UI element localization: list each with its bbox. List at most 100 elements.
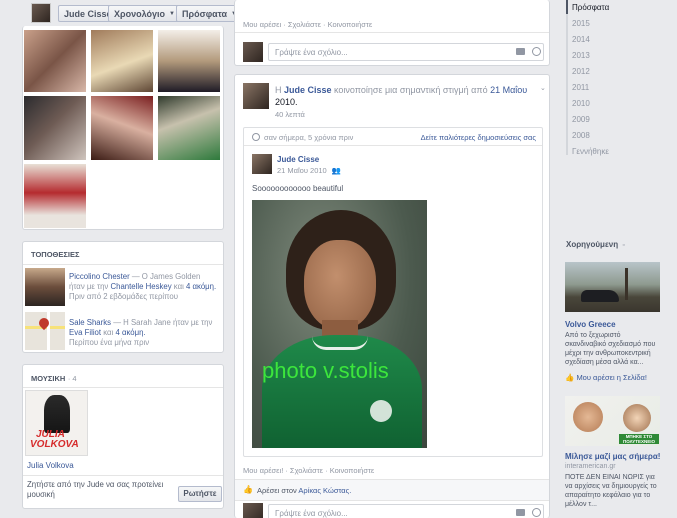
timeline-dropdown[interactable]: Χρονολόγιο ▼ xyxy=(108,5,181,22)
comment-placeholder: Γράψτε ένα σχόλιο... xyxy=(275,509,348,518)
music-card: ΜΟΥΣΙΚΗ · 4 JULIA VOLKOVA Julia Volkova … xyxy=(22,364,224,509)
divider xyxy=(23,475,223,476)
post-actions[interactable]: Μου αρέσει! · Σχολιάστε · Κοινοποιήστε xyxy=(243,466,374,475)
comment-input[interactable]: Γράψτε ένα σχόλιο... xyxy=(268,43,544,61)
timeline-year-2010[interactable]: 2010 xyxy=(572,99,590,108)
thumbs-up-icon: 👍 xyxy=(243,485,253,494)
commenter-avatar xyxy=(243,503,263,518)
timeline-year-2008[interactable]: 2008 xyxy=(572,131,590,140)
timeline-year-2015[interactable]: 2015 xyxy=(572,19,590,28)
timeline-nav-active xyxy=(566,0,568,14)
post-time[interactable]: 40 λεπτά xyxy=(275,110,305,119)
photo-thumb[interactable] xyxy=(24,164,86,228)
ad-volvo-like[interactable]: 👍 Μου αρέσει η Σελίδα! xyxy=(565,373,647,382)
older-posts-link[interactable]: Δείτε παλιότερες δημοσιεύσεις σας xyxy=(421,133,536,142)
person-link[interactable]: Chantelle Heskey xyxy=(111,282,172,291)
timeline-year-2013[interactable]: 2013 xyxy=(572,51,590,60)
camera-icon[interactable] xyxy=(516,509,525,516)
ad-volvo-like-text: Μου αρέσει η Σελίδα! xyxy=(576,373,647,382)
place-name-link[interactable]: Piccolino Chester xyxy=(69,272,130,281)
place-line2-prefix: ήταν με την xyxy=(69,282,111,291)
divider xyxy=(23,387,223,388)
inner-author-avatar[interactable] xyxy=(252,154,272,174)
inner-author-link[interactable]: Jude Cisse xyxy=(277,155,319,164)
album-cover[interactable]: JULIA VOLKOVA xyxy=(25,390,88,456)
place-item: Piccolino Chester — Ο James Golden ήταν … xyxy=(69,272,223,302)
thumbs-up-icon: 👍 xyxy=(565,373,575,382)
ad-volvo-name[interactable]: Volvo Greece xyxy=(565,320,616,329)
previous-post-actions[interactable]: Μου αρέσει · Σχολιάστε · Κοινοποιήστε xyxy=(243,20,372,29)
place-item: Sale Sharks — Η Sarah Jane ήταν με την E… xyxy=(69,318,223,348)
author-link[interactable]: Jude Cisse xyxy=(284,85,332,95)
timeline-year-recent[interactable]: Πρόσφατα xyxy=(572,3,609,12)
place-line1: — Ο James Golden xyxy=(129,272,201,281)
ask-music-text: Ζητήστε από την Jude να σας προτείνει μο… xyxy=(27,480,164,499)
likes-prefix: Αρέσει στον xyxy=(257,486,299,495)
memory-header: σαν σήμερα, 5 χρόνια πριν Δείτε παλιότερ… xyxy=(244,128,542,146)
timeline-year-2014[interactable]: 2014 xyxy=(572,35,590,44)
timeline-year-2011[interactable]: 2011 xyxy=(572,83,589,92)
ad-interamerican-text: ΠΟΤΕ ΔΕΝ ΕΙΝΑΙ ΝΩΡΙΣ για να αρχίσεις να … xyxy=(565,474,657,508)
ad-choices-icon[interactable]: ▫ xyxy=(622,242,624,249)
timeline-label: Χρονολόγιο xyxy=(114,8,165,19)
photo-thumb[interactable] xyxy=(91,30,153,92)
inner-date-text: 21 Μαΐου 2010 xyxy=(277,166,327,175)
divider xyxy=(235,32,549,33)
photo-thumb[interactable] xyxy=(158,96,220,160)
ad-interamerican-url[interactable]: interamerican.gr xyxy=(565,463,616,470)
post-prefix: Η xyxy=(275,85,284,95)
chevron-down-icon[interactable]: ⌄ xyxy=(540,84,546,92)
place-time: Περίπου ένα μήνα πριν xyxy=(69,338,150,347)
ad-interamerican-name[interactable]: Μίλησε μαζί μας σήμερα! xyxy=(565,452,660,461)
divider xyxy=(23,264,223,265)
ad-volvo-image[interactable] xyxy=(565,262,660,312)
friends-icon: 👥 xyxy=(331,166,342,175)
post-header: Η Jude Cisse κοινοποίησε μια σημαντική σ… xyxy=(275,84,535,108)
emoji-icon[interactable] xyxy=(532,508,541,517)
sponsored-title: Χορηγούμενη xyxy=(566,240,619,249)
place-line1: — Η Sarah Jane ήταν με την xyxy=(111,318,213,327)
photo-thumb[interactable] xyxy=(91,96,153,160)
map-thumbnail[interactable] xyxy=(25,312,65,350)
sponsored-header: Χορηγούμενη ▫ xyxy=(566,240,625,249)
profile-avatar-small[interactable] xyxy=(31,3,51,23)
timeline-year-2009[interactable]: 2009 xyxy=(572,115,590,124)
clock-icon xyxy=(252,133,260,141)
main-post-card: Η Jude Cisse κοινοποίησε μια σημαντική σ… xyxy=(234,74,550,518)
photo-thumb[interactable] xyxy=(158,30,220,92)
place-thumbnail[interactable] xyxy=(25,268,65,306)
more-people-link[interactable]: 4 ακόμη. xyxy=(115,328,145,337)
author-avatar[interactable] xyxy=(243,83,269,109)
timeline-year-born[interactable]: Γεννήθηκε xyxy=(572,147,609,156)
music-title-text: ΜΟΥΣΙΚΗ xyxy=(31,374,66,383)
inner-post-text: Soooooooooooo beautiful xyxy=(252,184,344,193)
artist-link[interactable]: Julia Volkova xyxy=(27,461,74,470)
more-people-link[interactable]: 4 ακόμη. xyxy=(186,282,216,291)
emoji-icon[interactable] xyxy=(532,47,541,56)
post-year: 2010. xyxy=(275,97,298,107)
music-title: ΜΟΥΣΙΚΗ · 4 xyxy=(31,373,77,383)
photo-thumb[interactable] xyxy=(24,96,86,160)
comment-input[interactable]: Γράψτε ένα σχόλιο... xyxy=(268,504,544,518)
place-line2-mid: και xyxy=(101,328,116,337)
date-link[interactable]: 21 Μαΐου xyxy=(490,85,527,95)
places-card: ΤΟΠΟΘΕΣΙΕΣ Piccolino Chester — Ο James G… xyxy=(22,241,224,353)
liker-link[interactable]: Αρίκας Κώστας. xyxy=(298,486,351,495)
previous-post-card: Μου αρέσει · Σχολιάστε · Κοινοποιήστε Γρ… xyxy=(234,0,550,66)
ask-button[interactable]: Ρωτήστε xyxy=(178,486,222,502)
photo-thumb[interactable] xyxy=(24,30,86,92)
camera-icon[interactable] xyxy=(516,48,525,55)
place-name-link[interactable]: Sale Sharks xyxy=(69,318,111,327)
ad-interamerican-image[interactable]: ΜΠΗΚΕ ΣΤΟ ΠΟΛΥΤΕΧΝΕΙΟ xyxy=(565,396,660,446)
timeline-nav-rail xyxy=(566,0,568,155)
recent-dropdown[interactable]: Πρόσφατα ▼ xyxy=(176,5,243,22)
photo-watermark: photo v.stolis xyxy=(262,358,389,383)
album-cover-text-2: VOLKOVA xyxy=(30,439,79,450)
post-photo[interactable]: photo v.stolis xyxy=(252,200,427,448)
memory-card: σαν σήμερα, 5 χρόνια πριν Δείτε παλιότερ… xyxy=(243,127,543,457)
inner-date: 21 Μαΐου 2010 👥 xyxy=(277,166,341,175)
place-line2-mid: και xyxy=(171,282,186,291)
timeline-year-2012[interactable]: 2012 xyxy=(572,67,590,76)
person-link[interactable]: Eva Filiot xyxy=(69,328,101,337)
memory-header-text: σαν σήμερα, 5 χρόνια πριν xyxy=(264,133,354,142)
